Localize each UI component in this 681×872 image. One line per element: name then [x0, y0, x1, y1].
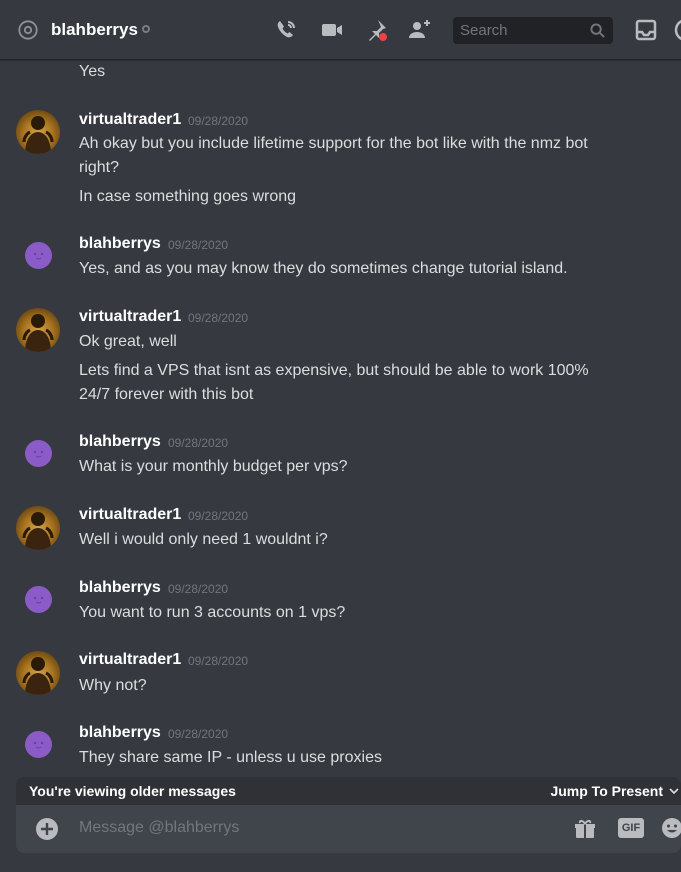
avatar[interactable] — [16, 506, 60, 550]
call-icon[interactable] — [274, 18, 298, 42]
timestamp: 09/28/2020 — [188, 654, 249, 668]
older-messages-bar[interactable]: You're viewing older messages Jump To Pr… — [16, 777, 681, 805]
channel-header: blahberrys Search — [0, 0, 681, 60]
timestamp: 09/28/2020 — [168, 436, 229, 450]
username[interactable]: blahberrys — [79, 579, 161, 597]
message-text: right? — [79, 159, 120, 176]
avatar-image — [33, 450, 44, 458]
search-placeholder: Search — [460, 22, 508, 39]
username[interactable]: virtualtrader1 — [79, 308, 181, 326]
username[interactable]: virtualtrader1 — [79, 111, 181, 129]
timestamp: 09/28/2020 — [168, 727, 229, 741]
message-text: Ah okay but you include lifetime support… — [79, 135, 588, 152]
avatar-image — [22, 314, 54, 352]
avatar[interactable] — [25, 440, 52, 467]
attach-button[interactable] — [36, 818, 58, 840]
avatar-image — [33, 596, 44, 604]
message-text: Yes, and as you may know they do sometim… — [79, 260, 568, 277]
username[interactable]: blahberrys — [79, 724, 161, 742]
avatar[interactable] — [25, 731, 52, 758]
timestamp: 09/28/2020 — [188, 509, 249, 523]
avatar[interactable] — [25, 242, 52, 269]
avatar[interactable] — [16, 110, 60, 154]
avatar[interactable] — [16, 651, 60, 695]
username[interactable]: blahberrys — [79, 235, 161, 253]
timestamp: 09/28/2020 — [168, 582, 229, 596]
avatar[interactable] — [16, 308, 60, 352]
avatar-image — [22, 116, 54, 154]
message-list: Yes virtualtrader1 09/28/2020 Ah okay bu… — [0, 60, 681, 777]
timestamp: 09/28/2020 — [188, 311, 249, 325]
video-icon[interactable] — [320, 18, 344, 42]
message-text: What is your monthly budget per vps? — [79, 458, 348, 475]
username[interactable]: virtualtrader1 — [79, 506, 181, 524]
message-text: Why not? — [79, 677, 147, 694]
username[interactable]: virtualtrader1 — [79, 651, 181, 669]
avatar-image — [22, 657, 54, 695]
message-text: 24/7 forever with this bot — [79, 386, 254, 403]
username[interactable]: blahberrys — [79, 433, 161, 451]
message-text: Yes — [79, 63, 106, 80]
message-text: They share same IP - unless u use proxie… — [79, 749, 382, 766]
at-icon — [18, 20, 38, 40]
message-input[interactable]: Message @blahberrys — [79, 819, 239, 837]
older-messages-label: You're viewing older messages — [29, 783, 236, 799]
avatar[interactable] — [25, 586, 52, 613]
pin-icon[interactable] — [364, 18, 388, 42]
plus-icon — [41, 823, 53, 835]
help-icon[interactable] — [674, 18, 681, 42]
status-indicator — [142, 25, 150, 33]
message-composer[interactable]: Message @blahberrys GIF — [16, 805, 681, 853]
message-text: Well i would only need 1 wouldnt i? — [79, 531, 328, 548]
gift-icon[interactable] — [573, 817, 597, 841]
search-icon — [590, 23, 605, 38]
message-text: You want to run 3 accounts on 1 vps? — [79, 604, 346, 621]
timestamp: 09/28/2020 — [168, 238, 229, 252]
add-friend-icon[interactable] — [408, 18, 432, 42]
avatar-image — [33, 252, 44, 260]
chevron-down-icon[interactable] — [669, 787, 679, 795]
jump-to-present-button[interactable]: Jump To Present — [550, 783, 663, 799]
avatar-image — [22, 512, 54, 550]
emoji-icon[interactable] — [660, 816, 681, 840]
message-text: Lets find a VPS that isnt as expensive, … — [79, 362, 589, 379]
search-input[interactable]: Search — [453, 17, 613, 44]
timestamp: 09/28/2020 — [188, 114, 249, 128]
gif-button[interactable]: GIF — [618, 818, 644, 838]
avatar-image — [33, 741, 44, 749]
inbox-icon[interactable] — [634, 18, 658, 42]
message-text: Ok great, well — [79, 333, 177, 350]
message-text: In case something goes wrong — [79, 188, 297, 205]
channel-name: blahberrys — [51, 20, 138, 39]
